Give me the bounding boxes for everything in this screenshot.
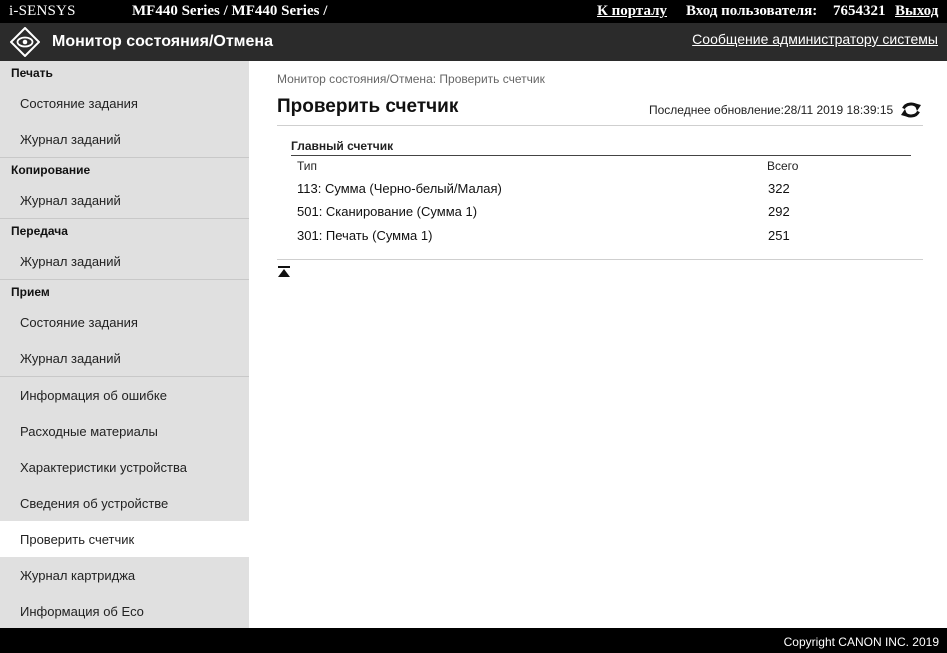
sidebar-item-receive-job-log[interactable]: Журнал заданий [0,340,249,376]
footer: Copyright CANON INC. 2019 [0,628,947,653]
sidebar-item-print-job-log[interactable]: Журнал заданий [0,121,249,157]
page-title: Проверить счетчик [277,96,459,117]
sidebar: Печать Состояние задания Журнал заданий … [0,61,249,628]
sidebar-item-send-job-log[interactable]: Журнал заданий [0,243,249,279]
last-update-text: Последнее обновление:28/11 2019 18:39:15 [649,103,894,117]
refresh-icon[interactable] [900,99,922,121]
counter-section-title: Главный счетчик [291,139,394,153]
sidebar-item-eco-info[interactable]: Информация об Eco [0,593,249,628]
sidebar-section-receive: Прием [11,285,50,299]
counter-row-type: 501: Сканирование (Сумма 1) [297,204,478,219]
app-header: Монитор состояния/Отмена Сообщение админ… [0,23,947,61]
sidebar-section-print: Печать [11,66,53,80]
eye-diamond-icon [10,27,40,57]
counter-row-total: 322 [768,181,790,196]
counter-row-total: 292 [768,204,790,219]
admin-message-link[interactable]: Сообщение администратору системы [692,31,938,47]
sidebar-item-device-features[interactable]: Характеристики устройства [0,449,249,485]
app-title: Монитор состояния/Отмена [52,33,273,50]
main-content: Монитор состояния/Отмена: Проверить счет… [249,61,947,628]
logout-link[interactable]: Выход [895,3,938,20]
sidebar-item-device-info[interactable]: Сведения об устройстве [0,485,249,521]
sidebar-item-cartridge-log[interactable]: Журнал картриджа [0,557,249,593]
column-header-type: Тип [297,159,318,173]
back-to-top-icon[interactable] [278,266,290,278]
breadcrumb: Монитор состояния/Отмена: Проверить счет… [277,72,545,86]
counter-row-total: 251 [768,228,790,243]
divider [277,125,923,126]
sidebar-item-error-info[interactable]: Информация об ошибке [0,377,249,413]
user-id: 7654321 [833,3,886,19]
counter-row-type: 301: Печать (Сумма 1) [297,228,433,243]
portal-link[interactable]: К порталу [597,3,667,20]
divider [277,259,923,260]
device-model: MF440 Series / MF440 Series / [132,3,328,19]
divider [291,155,911,156]
sidebar-section-send: Передача [11,224,68,238]
sidebar-item-copy-job-log[interactable]: Журнал заданий [0,182,249,218]
sidebar-item-receive-job-status[interactable]: Состояние задания [0,304,249,340]
counter-row-type: 113: Сумма (Черно-белый/Малая) [297,181,502,196]
column-header-total: Всего [767,159,799,173]
top-bar: i-SENSYS MF440 Series / MF440 Series / К… [0,0,947,23]
brand-name: i-SENSYS [9,3,76,19]
sidebar-item-print-job-status[interactable]: Состояние задания [0,85,249,121]
sidebar-item-check-counter[interactable]: Проверить счетчик [0,521,249,557]
sidebar-item-consumables[interactable]: Расходные материалы [0,413,249,449]
sidebar-section-copy: Копирование [11,163,91,177]
copyright-text: Copyright CANON INC. 2019 [783,635,939,649]
login-label: Вход пользователя: [686,3,818,19]
